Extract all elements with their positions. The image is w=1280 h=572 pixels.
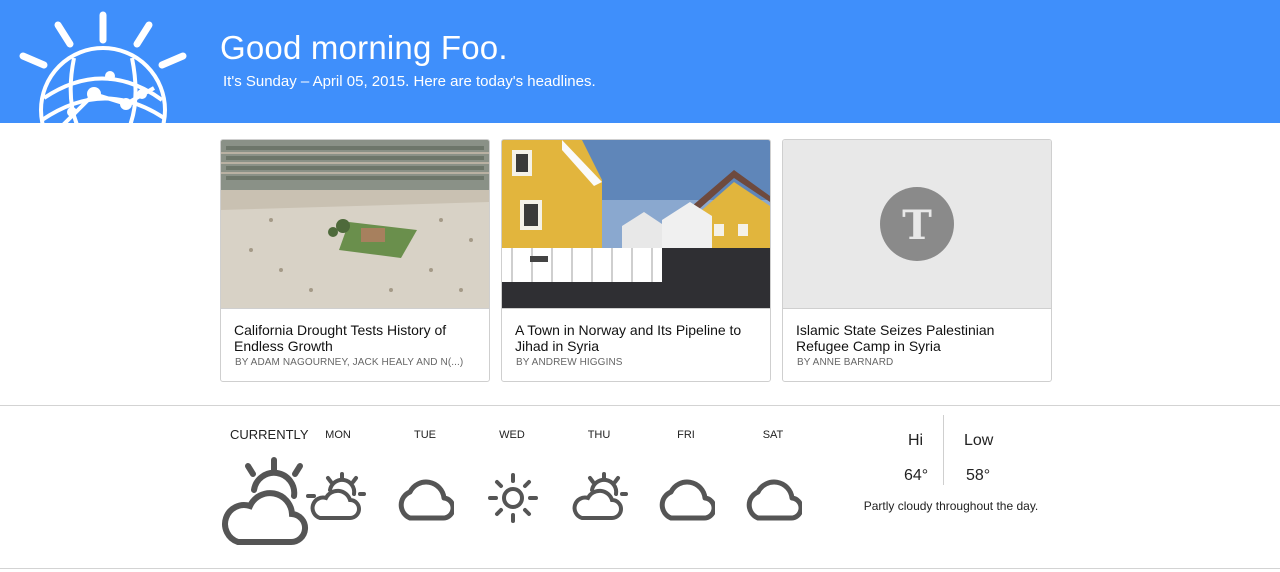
partly-cloudy-icon — [306, 472, 366, 520]
low-label: Low — [964, 432, 994, 449]
article-headline[interactable]: California Drought Tests History of Endl… — [234, 322, 479, 354]
article-headline[interactable]: Islamic State Seizes Palestinian Refugee… — [796, 322, 1041, 354]
article-card[interactable]: A Town in Norway and Its Pipeline to Jih… — [501, 139, 771, 382]
partly-cloudy-icon — [572, 472, 628, 520]
weather-summary: Partly cloudy throughout the day. — [863, 499, 1039, 513]
watson-logo-icon — [19, 11, 187, 123]
hi-temperature: 64° — [904, 467, 929, 484]
article-card[interactable]: T Islamic State Seizes Palestinian Refug… — [782, 139, 1052, 382]
cloud-icon — [659, 479, 715, 521]
sun-icon — [488, 473, 538, 523]
hilo-separator — [943, 415, 944, 485]
header-banner: Good morning Foo. It's Sunday – April 05… — [0, 0, 1280, 123]
date-subline: It's Sunday – April 05, 2015. Here are t… — [223, 73, 596, 90]
footer-divider — [0, 568, 1280, 569]
forecast-day-label: TUE — [414, 429, 436, 441]
article-byline: By ADAM NAGOURNEY, JACK HEALY and N(...) — [235, 357, 464, 368]
norway-houses-image — [502, 140, 770, 309]
forecast-day-label: FRI — [677, 429, 695, 441]
forecast-day-label: SAT — [762, 429, 784, 441]
article-headline[interactable]: A Town in Norway and Its Pipeline to Jih… — [515, 322, 760, 354]
greeting-title: Good morning Foo. — [220, 29, 508, 66]
cloud-icon — [746, 479, 802, 521]
article-byline: By ANDREW HIGGINS — [516, 357, 623, 368]
current-weather-label: CURRENTLY — [230, 427, 309, 442]
section-divider — [0, 405, 1280, 406]
nyt-logo-placeholder: T — [783, 140, 1051, 309]
hi-label: Hi — [908, 432, 924, 449]
forecast-day-label: THU — [587, 429, 611, 441]
partly-cloudy-icon — [222, 457, 309, 546]
forecast-day-label: WED — [499, 429, 525, 441]
low-temperature: 58° — [966, 467, 991, 484]
forecast-day-label: MON — [325, 429, 351, 441]
desert-aerial-image — [221, 140, 489, 309]
svg-text:T: T — [902, 202, 932, 249]
article-byline: By ANNE BARNARD — [797, 357, 894, 368]
article-card[interactable]: California Drought Tests History of Endl… — [220, 139, 490, 382]
cloud-icon — [398, 479, 454, 521]
